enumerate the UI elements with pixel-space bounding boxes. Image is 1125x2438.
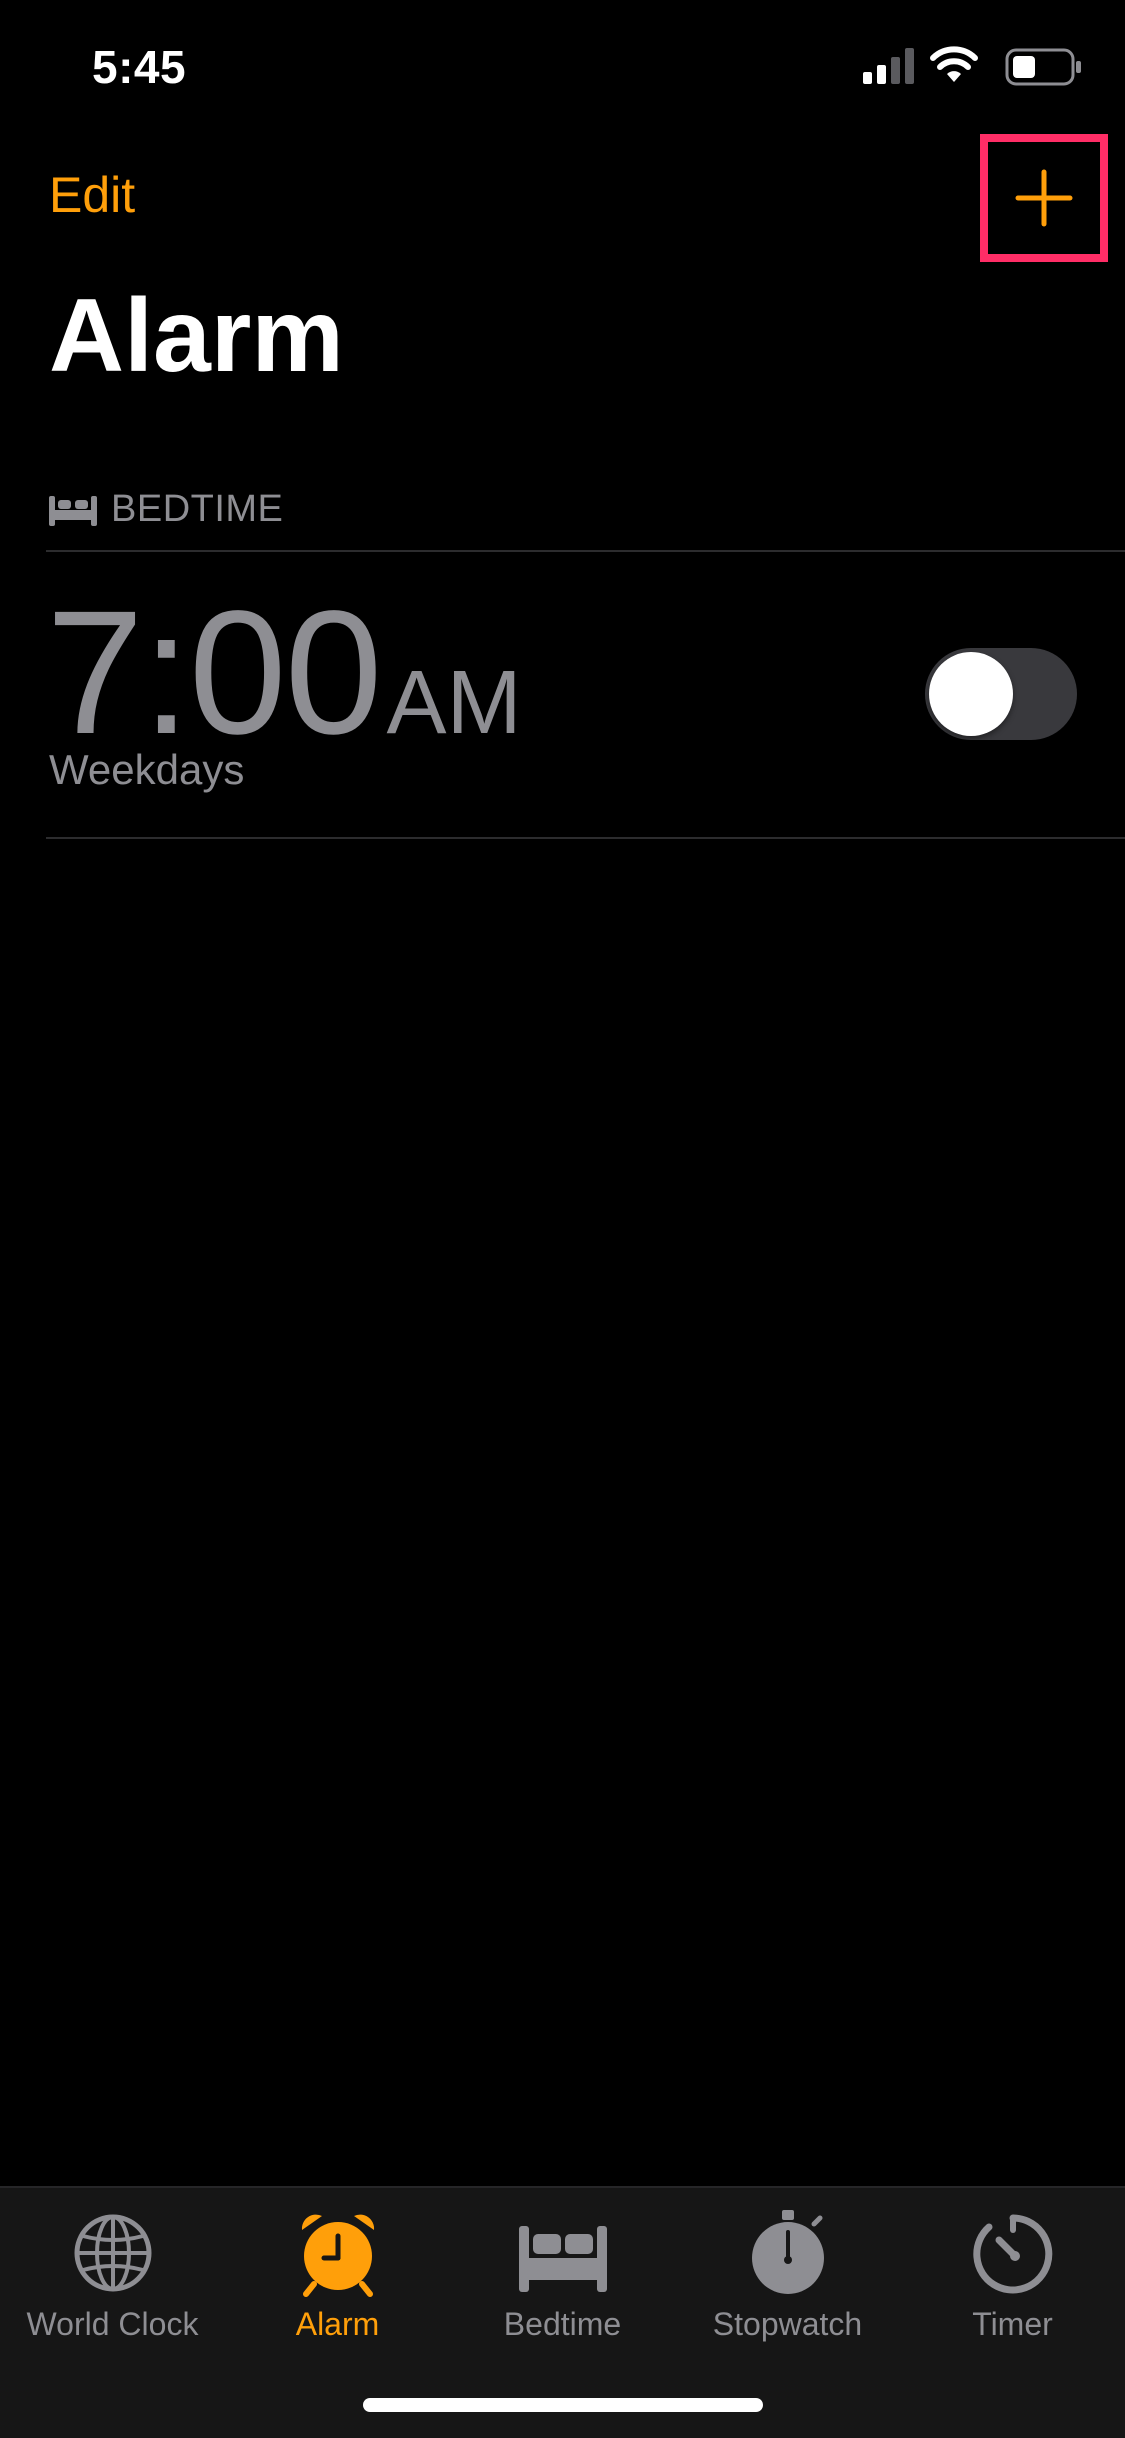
tab-label: Timer <box>972 2306 1053 2342</box>
timer-icon <box>972 2214 1052 2294</box>
plus-icon <box>1015 169 1073 227</box>
status-time: 5:45 <box>92 41 187 93</box>
alarm-time: 7:00AM <box>46 572 522 774</box>
alarm-repeat-label: Weekdays <box>49 746 245 793</box>
section-label: BEDTIME <box>111 487 284 530</box>
tab-label: Stopwatch <box>712 2306 863 2342</box>
bedtime-alarm-row[interactable]: 7:00AM Weekdays <box>0 552 1125 838</box>
tab-label: World Clock <box>26 2306 199 2342</box>
alarm-time-digits: 7:00 <box>46 575 383 771</box>
tab-world-clock[interactable]: World Clock <box>0 2208 225 2358</box>
wifi-icon <box>930 46 978 82</box>
tab-timer[interactable]: Timer <box>900 2208 1125 2358</box>
home-indicator[interactable] <box>363 2398 763 2412</box>
edit-button[interactable]: Edit <box>49 166 135 224</box>
alarm-toggle[interactable] <box>925 648 1077 740</box>
stopwatch-icon <box>751 2210 824 2294</box>
alarm-clock-icon <box>301 2214 374 2297</box>
tab-alarm[interactable]: Alarm <box>225 2208 450 2358</box>
bedtime-section-header: BEDTIME <box>49 486 283 532</box>
page-title: Alarm <box>49 278 344 394</box>
tab-bedtime[interactable]: Bedtime <box>450 2208 675 2358</box>
alarm-time-period: AM <box>386 653 522 753</box>
tab-label: Alarm <box>295 2306 380 2342</box>
divider <box>46 837 1125 839</box>
bed-icon <box>49 496 97 526</box>
tab-label: Bedtime <box>503 2306 622 2342</box>
bed-icon <box>518 2226 607 2292</box>
cellular-signal-icon <box>863 48 914 84</box>
add-alarm-button[interactable] <box>980 134 1108 262</box>
battery-icon <box>1005 48 1081 86</box>
status-bar: 5:45 <box>0 0 1125 140</box>
toggle-knob <box>929 652 1013 736</box>
globe-icon <box>74 2214 151 2292</box>
tab-stopwatch[interactable]: Stopwatch <box>675 2208 900 2358</box>
